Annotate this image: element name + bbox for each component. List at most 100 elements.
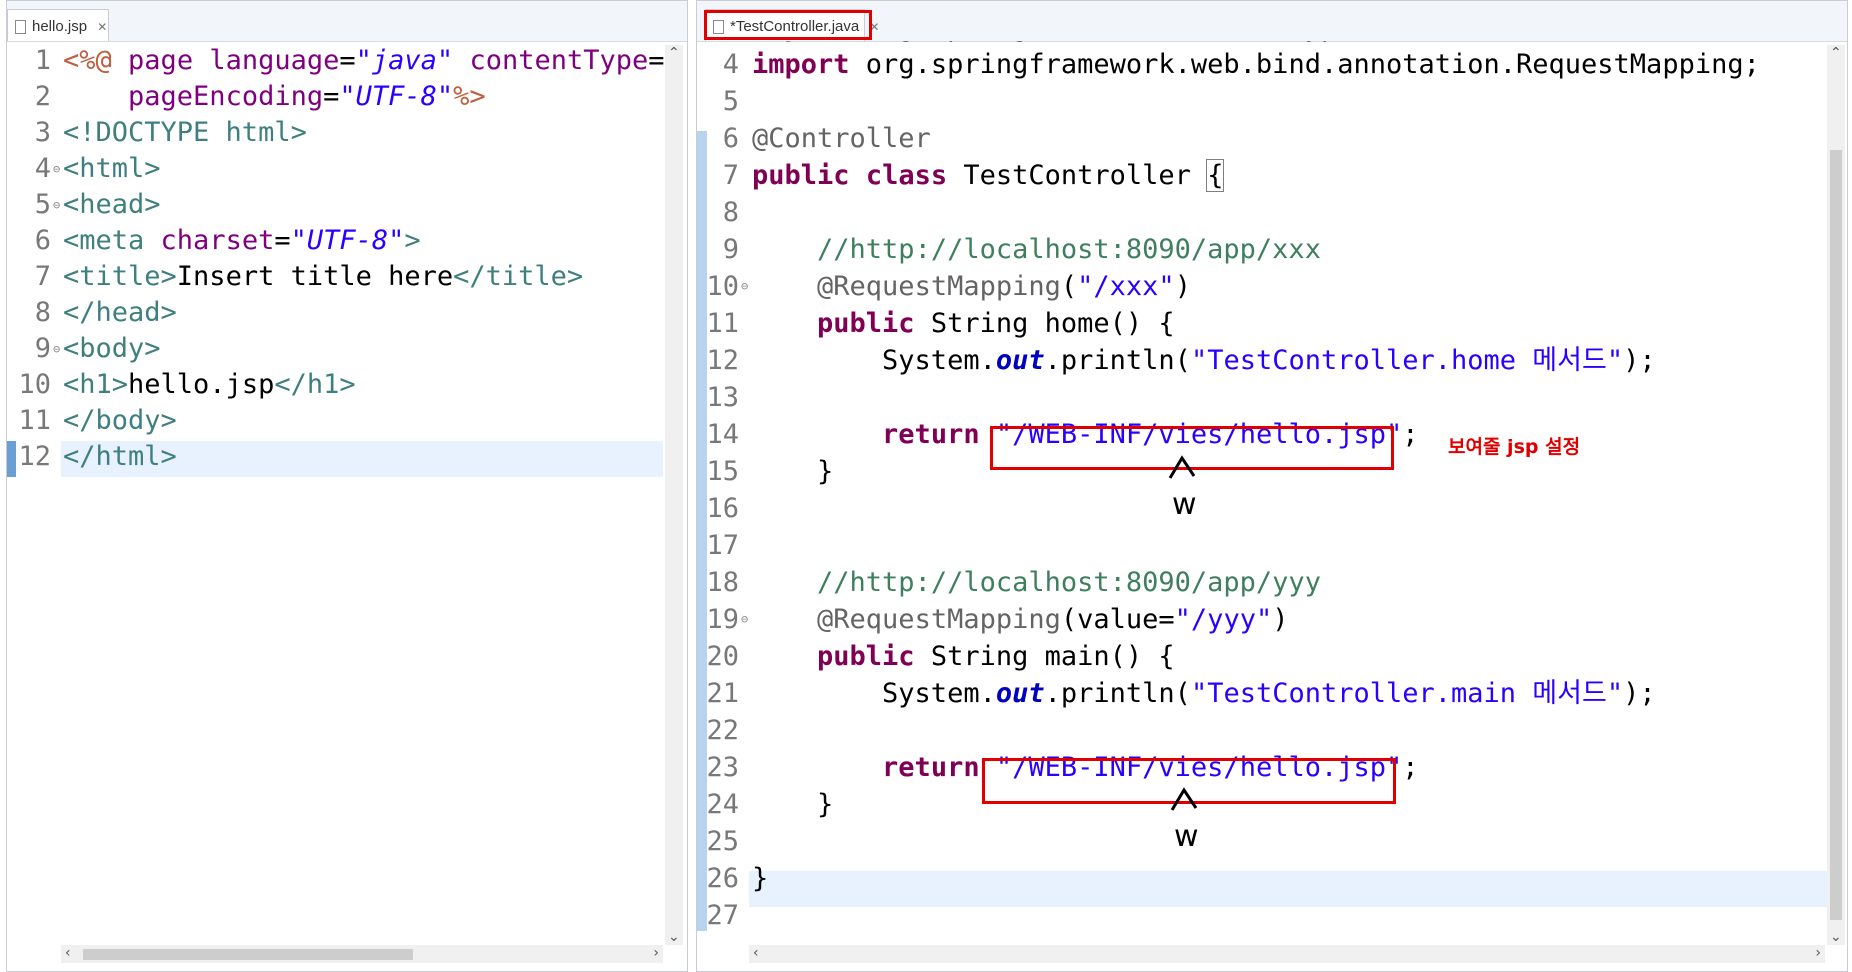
scroll-down-icon[interactable]: ⌄: [668, 929, 680, 945]
code-line[interactable]: 5 ⊖ <head>: [7, 187, 687, 223]
code-line[interactable]: 4 import org.springframework.web.bind.ann…: [697, 46, 1847, 83]
code-text: //http://localhost:8090/app/xxx: [817, 234, 1321, 265]
code-text: <body>: [63, 333, 161, 364]
line-number: 12: [18, 441, 51, 472]
line-number: 17: [706, 530, 739, 561]
code-line[interactable]: 6 @Controller: [697, 120, 1847, 157]
code-line[interactable]: 11 public String home() {: [697, 305, 1847, 342]
handwritten-correction-2: w: [1170, 787, 1199, 854]
code-text: <h1>hello.jsp</h1>: [63, 369, 356, 400]
line-number: 16: [706, 493, 739, 524]
code-text: import org.springframework.web.bind.anno…: [752, 49, 1760, 80]
line-number: 6: [34, 225, 51, 256]
line-number: 1: [34, 45, 51, 76]
code-line[interactable]: 25: [697, 823, 1847, 860]
scrollbar-thumb[interactable]: [1830, 150, 1842, 920]
code-line[interactable]: 11 </body>: [7, 403, 687, 439]
scroll-up-icon[interactable]: ⌃: [1830, 45, 1842, 61]
line-number: 7: [722, 160, 739, 191]
editor-pane-testcontroller: *TestController.java ✕ 3import org.sprin…: [696, 0, 1848, 972]
fold-toggle-icon[interactable]: ⊖: [53, 187, 60, 223]
tab-hello-jsp[interactable]: hello.jsp ✕: [7, 9, 109, 41]
code-line[interactable]: 7 <title>Insert title here</title>: [7, 259, 687, 295]
code-text: public String home() {: [817, 308, 1175, 339]
close-icon[interactable]: ✕: [97, 20, 107, 34]
code-line[interactable]: 19 ⊖ @RequestMapping(value="/yyy"): [697, 601, 1847, 638]
code-line[interactable]: 4 ⊖ <html>: [7, 151, 687, 187]
line-number: 27: [706, 900, 739, 931]
scroll-up-icon[interactable]: ⌃: [668, 45, 680, 61]
tab-testcontroller-java[interactable]: *TestController.java ✕: [705, 9, 879, 41]
code-line[interactable]: 18 //http://localhost:8090/app/yyy: [697, 564, 1847, 601]
editor-tab-bar: hello.jsp ✕: [7, 1, 687, 42]
code-line[interactable]: 22: [697, 712, 1847, 749]
fold-toggle-icon[interactable]: ⊖: [53, 151, 60, 187]
line-number: 18: [706, 567, 739, 598]
jsp-file-icon: [15, 20, 26, 34]
code-text: @Controller: [752, 123, 931, 154]
scroll-left-icon[interactable]: ‹: [753, 945, 759, 961]
line-number: 11: [18, 405, 51, 436]
vertical-scrollbar[interactable]: ⌃ ⌄: [665, 45, 683, 945]
code-line[interactable]: 8: [697, 194, 1847, 231]
code-text: }: [752, 863, 769, 894]
code-line[interactable]: 16: [697, 490, 1847, 527]
code-text: <html>: [63, 153, 161, 184]
handwriting-letter: w: [1172, 487, 1197, 522]
horizontal-scrollbar[interactable]: ‹ ›: [61, 945, 663, 963]
code-line[interactable]: 21 System.out.println("TestController.ma…: [697, 675, 1847, 712]
line-number: 8: [34, 297, 51, 328]
close-icon[interactable]: ✕: [869, 20, 879, 34]
code-line[interactable]: 24 }: [697, 786, 1847, 823]
line-number: 19: [706, 604, 739, 635]
code-line[interactable]: 1 <%@ page language="java" contentType=: [7, 43, 687, 79]
line-number: 22: [706, 715, 739, 746]
scroll-down-icon[interactable]: ⌄: [1830, 929, 1842, 945]
line-number: 10: [18, 369, 51, 400]
scroll-right-icon[interactable]: ›: [1815, 945, 1821, 961]
code-line[interactable]: 10 <h1>hello.jsp</h1>: [7, 367, 687, 403]
line-number: 23: [706, 752, 739, 783]
line-number: 8: [722, 197, 739, 228]
scroll-right-icon[interactable]: ›: [653, 945, 659, 961]
code-editor[interactable]: 3import org.springframework.stereotype.C…: [697, 41, 1847, 971]
scroll-left-icon[interactable]: ‹: [65, 945, 71, 961]
code-line[interactable]: 6 <meta charset="UTF-8">: [7, 223, 687, 259]
vertical-scrollbar[interactable]: ⌃ ⌄: [1827, 45, 1845, 945]
code-text: @RequestMapping("/xxx"): [817, 271, 1191, 302]
code-line[interactable]: 17: [697, 527, 1847, 564]
code-line[interactable]: 8 </head>: [7, 295, 687, 331]
code-line[interactable]: 2 pageEncoding="UTF-8"%>: [7, 79, 687, 115]
line-number: 11: [706, 308, 739, 339]
fold-toggle-icon[interactable]: ⊖: [53, 331, 60, 367]
code-line[interactable]: 7 public class TestController {: [697, 157, 1847, 194]
code-line[interactable]: 9 ⊖ <body>: [7, 331, 687, 367]
code-line[interactable]: 5: [697, 83, 1847, 120]
line-number: 9: [34, 333, 51, 364]
line-number: 24: [706, 789, 739, 820]
code-line[interactable]: 27: [697, 897, 1847, 934]
code-line[interactable]: 3 <!DOCTYPE html>: [7, 115, 687, 151]
fold-toggle-icon[interactable]: ⊖: [741, 268, 748, 305]
line-number: 21: [706, 678, 739, 709]
code-line[interactable]: 23 return "/WEB-INF/vies/hello.jsp";: [697, 749, 1847, 786]
code-text: </body>: [63, 405, 177, 436]
code-line[interactable]: 13: [697, 379, 1847, 416]
code-line[interactable]: 10 ⊖ @RequestMapping("/xxx"): [697, 268, 1847, 305]
code-editor[interactable]: 1 <%@ page language="java" contentType= 2 …: [7, 41, 687, 971]
code-line[interactable]: 20 public String main() {: [697, 638, 1847, 675]
line-number: 10: [706, 271, 739, 302]
scrollbar-thumb[interactable]: [83, 949, 413, 960]
line-number: 4: [34, 153, 51, 184]
horizontal-scrollbar[interactable]: ‹ ›: [749, 945, 1825, 963]
code-line[interactable]: 12 </html>: [7, 439, 687, 475]
code-line[interactable]: 14 return "/WEB-INF/vies/hello.jsp";: [697, 416, 1847, 453]
code-text: }: [752, 456, 834, 487]
annotation-note: 보여줄 jsp 설정: [1448, 436, 1581, 458]
code-line[interactable]: 12 System.out.println("TestController.ho…: [697, 342, 1847, 379]
code-text: pageEncoding="UTF-8"%>: [128, 81, 486, 112]
code-line[interactable]: 15 }: [697, 453, 1847, 490]
fold-toggle-icon[interactable]: ⊖: [741, 601, 748, 638]
code-line[interactable]: 26}: [697, 860, 1847, 897]
code-line[interactable]: 9 //http://localhost:8090/app/xxx: [697, 231, 1847, 268]
